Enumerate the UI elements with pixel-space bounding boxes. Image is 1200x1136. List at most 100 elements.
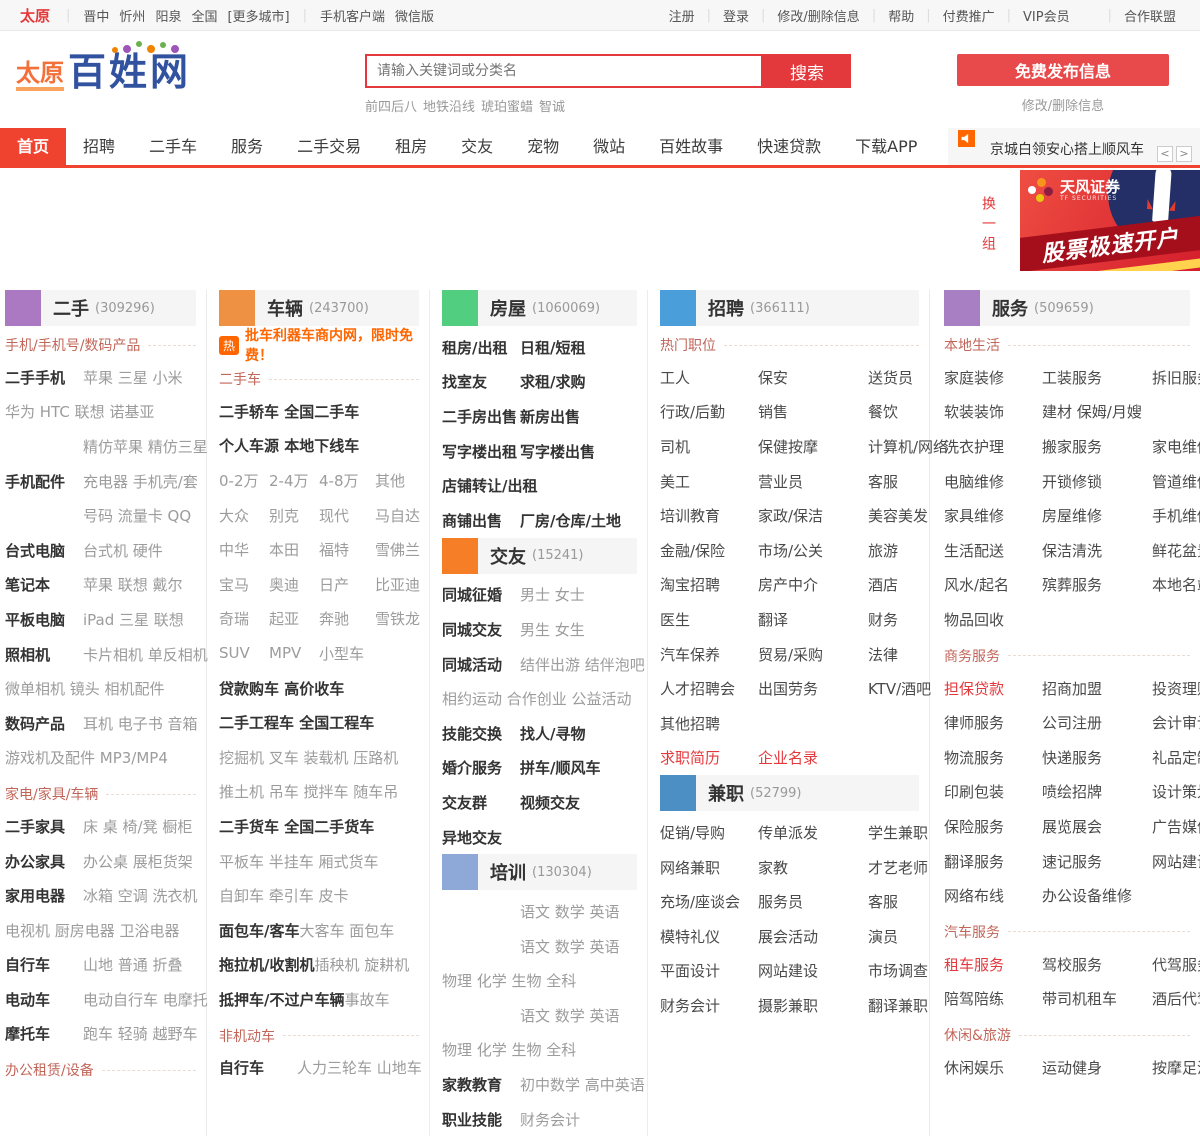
category-link[interactable]: 保洁清洗 [1042,540,1142,561]
category-link[interactable]: 小型车 [319,643,375,664]
category-link[interactable]: 翻译 [758,609,858,630]
category-link[interactable]: 充电器 手机壳/套 [83,471,198,492]
category-link[interactable]: 中华 [219,539,269,560]
category-link[interactable]: 写字楼出租 [442,441,520,462]
category-link[interactable]: 商铺出售 [442,510,520,531]
edit-delete-link[interactable]: 修改/删除信息 [1022,95,1104,114]
category-link[interactable]: 代驾服务 [1152,954,1200,975]
category-link[interactable]: 家庭装修 [944,367,1032,388]
category-link[interactable]: 现代 [319,505,375,526]
category-link[interactable]: 担保贷款 [944,678,1032,699]
category-link[interactable]: 苹果 三星 小米 [83,367,183,388]
category-link[interactable]: 开锁修锁 [1042,471,1142,492]
category-link[interactable]: 面包车/客车 [219,920,299,941]
category-link[interactable]: 日租/短租 [520,337,585,358]
category-link[interactable]: 速记服务 [1042,851,1142,872]
category-link[interactable]: 0-2万 [219,470,269,491]
category-link[interactable]: 交友群 [442,792,520,813]
category-link[interactable]: MPV [269,644,319,662]
hot-search-link[interactable]: 地铁沿线 [423,100,475,115]
category-link[interactable]: 物理 化学 生物 全科 [442,970,576,991]
category-link[interactable]: 自卸车 牵引车 皮卡 [219,885,349,906]
category-link[interactable]: 家教 [758,857,858,878]
nearby-city-link[interactable]: 晋中 [83,10,109,25]
category-link[interactable]: 美容美发 [868,505,928,526]
category-link[interactable]: 拖拉机/收割机 [219,954,314,975]
category-link[interactable]: 公司注册 [1042,712,1142,733]
category-link[interactable]: 财务会计 [520,1109,580,1130]
current-city[interactable]: 太原 [20,5,50,26]
category-link[interactable]: 技能交换 [442,723,520,744]
category-link[interactable]: 贷款购车 高价收车 [219,678,344,699]
category-link[interactable]: 自行车 [219,1057,297,1078]
category-link[interactable]: 挖掘机 叉车 装载机 压路机 [219,747,398,768]
category-link[interactable]: 同城活动 [442,654,520,675]
category-link[interactable]: 本地名站 [1152,574,1200,595]
category-link[interactable]: 台式电脑 [5,540,83,561]
category-link[interactable]: 华为 HTC 联想 诺基亚 [5,401,154,422]
ticker-prev-button[interactable]: < [1157,146,1173,162]
category-link[interactable]: 翻译服务 [944,851,1032,872]
category-link[interactable]: 行政/后勤 [660,401,748,422]
category-link[interactable]: 电脑维修 [944,471,1032,492]
category-link[interactable]: 语文 数学 英语 [520,936,620,957]
category-link[interactable]: 促销/导购 [660,822,748,843]
category-link[interactable]: 马自达 [375,505,420,526]
site-logo[interactable]: 太原 百姓网 [16,41,191,91]
category-title[interactable]: 房屋 [490,295,526,321]
category-link[interactable]: 带司机租车 [1042,988,1142,1009]
category-link[interactable]: 才艺老师 [868,857,928,878]
mobile-client-link[interactable]: 微信版 [395,10,434,25]
category-title[interactable]: 招聘 [708,295,744,321]
category-link[interactable]: 租车服务 [944,954,1032,975]
category-link[interactable]: 印刷包装 [944,781,1032,802]
category-link[interactable]: 家电维修 [1152,436,1200,457]
category-link[interactable]: 演员 [868,926,919,947]
category-link[interactable]: 男士 女士 [520,584,585,605]
hot-search-link[interactable]: 前四后八 [365,100,417,115]
category-link[interactable]: 视频交友 [520,792,580,813]
category-link[interactable]: 摄影兼职 [758,995,858,1016]
category-link[interactable]: 自行车 [5,954,83,975]
category-link[interactable]: 快递服务 [1042,747,1142,768]
category-link[interactable]: 手机配件 [5,471,83,492]
category-link[interactable]: 礼品定制 [1152,747,1200,768]
category-link[interactable]: 结伴出游 结伴泡吧 [520,654,645,675]
nav-item-7[interactable]: 交友 [444,128,510,165]
category-link[interactable]: 风水/起名 [944,574,1032,595]
category-link[interactable]: 日产 [319,574,375,595]
securities-ad-banner[interactable]: 天风证券 TF SECURITIES 股票极速开户 [1020,170,1200,271]
category-link[interactable]: 苹果 联想 戴尔 [83,574,183,595]
category-link[interactable]: 办公设备维修 [1042,885,1142,906]
category-link[interactable]: 相约运动 合作创业 公益活动 [442,688,632,709]
nav-item-12[interactable]: 下载APP [838,128,934,165]
category-link[interactable]: 床 桌 椅/凳 橱柜 [83,816,192,837]
category-link[interactable]: 婚介服务 [442,757,520,778]
nav-item-3[interactable]: 二手车 [132,128,214,165]
category-link[interactable]: 网站建设 [758,960,858,981]
category-link[interactable]: 会计审计 [1152,712,1200,733]
category-title[interactable]: 车辆 [267,295,303,321]
category-link[interactable]: 工装服务 [1042,367,1142,388]
category-link[interactable]: 模特礼仪 [660,926,748,947]
category-link[interactable]: 鲜花盆景 [1152,540,1200,561]
category-link[interactable]: 物理 化学 生物 全科 [442,1039,576,1060]
category-link[interactable]: 展会活动 [758,926,858,947]
category-link[interactable]: 台式机 硬件 [83,540,163,561]
category-link[interactable]: 奔驰 [319,608,375,629]
category-link[interactable]: 工人 [660,367,748,388]
category-link[interactable]: 求租/求购 [520,371,585,392]
category-link[interactable]: 店铺转让/出租 [442,475,537,496]
category-link[interactable]: 财务 [868,609,919,630]
category-link[interactable]: 初中数学 高中英语 [520,1074,645,1095]
category-link[interactable]: 异地交友 [442,827,502,848]
category-link[interactable]: 平板车 半挂车 厢式货车 [219,851,379,872]
category-link[interactable]: 市场调查 [868,960,928,981]
category-link[interactable]: 客服 [868,891,919,912]
category-link[interactable]: 宝马 [219,574,269,595]
category-link[interactable]: 招商加盟 [1042,678,1142,699]
category-link[interactable]: 企业名录 [758,747,858,768]
category-link[interactable]: 洗衣护理 [944,436,1032,457]
category-link[interactable]: 按摩足浴 [1152,1057,1200,1078]
category-link[interactable]: 学生兼职 [868,822,928,843]
